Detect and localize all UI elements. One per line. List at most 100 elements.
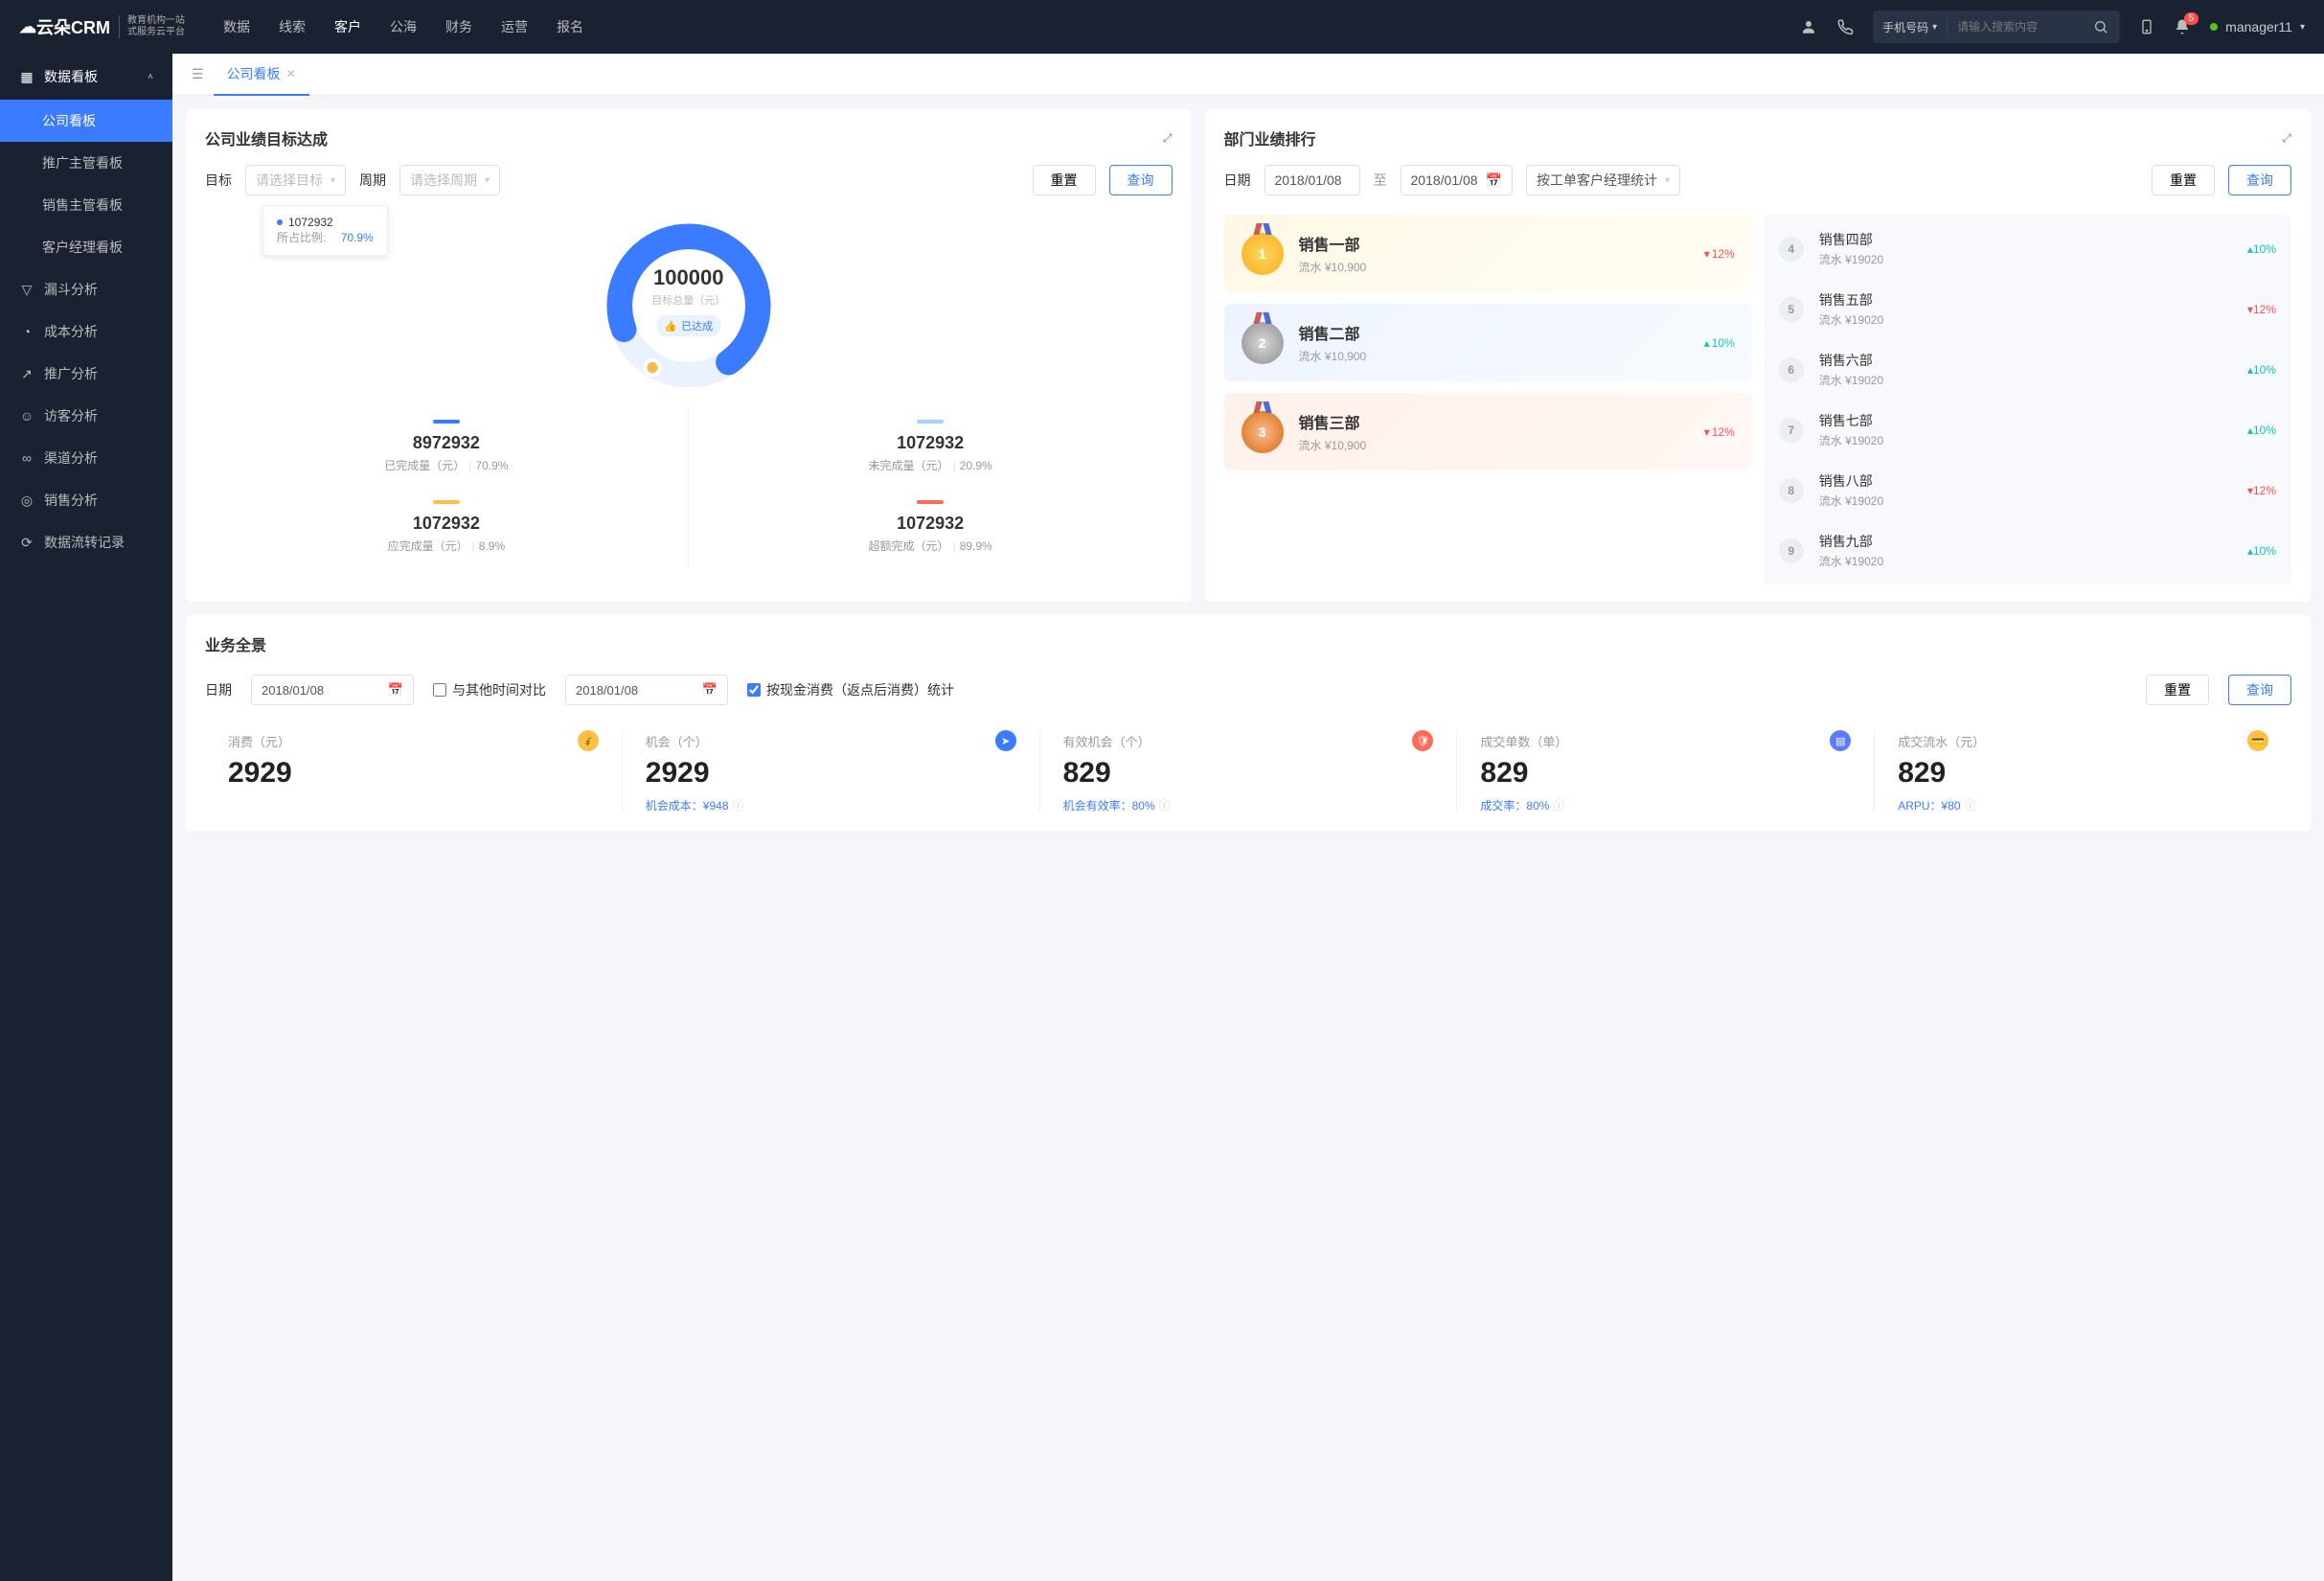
- overview-date1[interactable]: 2018/01/08📅: [251, 675, 414, 705]
- card-department-ranking: 部门业绩排行 ⤢ 日期 2018/01/08 至 2018/01/08📅 按工单…: [1205, 109, 2311, 602]
- medal-gold-icon: 1: [1242, 233, 1284, 275]
- rank-item-1[interactable]: 1 销售一部流水 ¥10,900 ▾12%: [1224, 215, 1752, 292]
- nav-item-data[interactable]: 数据: [223, 17, 250, 36]
- rank-row[interactable]: 4 销售四部流水 ¥19020 ▴10%: [1764, 218, 2291, 279]
- nav-item-enroll[interactable]: 报名: [557, 17, 583, 36]
- label-target: 目标: [205, 171, 232, 190]
- goal-stats: 8972932 已完成量（元）|70.9% 1072932 未完成量（元）|20…: [205, 406, 1173, 567]
- nav-item-finance[interactable]: 财务: [445, 17, 472, 36]
- sidebar: ▦数据看板 ˄ 公司看板 推广主管看板 销售主管看板 客户经理看板 ▽漏斗分析 …: [0, 54, 172, 1581]
- help-icon[interactable]: ⓘ: [1159, 797, 1171, 813]
- metric-icon: ➤: [995, 730, 1016, 751]
- metric-icon: 💰: [578, 730, 599, 751]
- flow-icon: ⟳: [19, 535, 34, 551]
- rank-row[interactable]: 6 销售六部流水 ¥19020 ▴10%: [1764, 339, 2291, 400]
- search-input[interactable]: [1948, 20, 2082, 34]
- tabs-bar: ☰ 公司看板 ✕: [172, 54, 2324, 96]
- overview-query-button[interactable]: 查询: [2228, 675, 2291, 705]
- help-icon[interactable]: ⓘ: [733, 797, 744, 813]
- overview-reset-button[interactable]: 重置: [2146, 675, 2209, 705]
- metric-icon: 🛡: [1412, 730, 1433, 751]
- stat-exceed: 1072932 超额完成（元）|89.9%: [689, 487, 1173, 567]
- metric-card: 有效机会（个）🛡 829 机会有效率：80% ⓘ: [1040, 730, 1458, 813]
- sidebar-item-sales-board[interactable]: 销售主管看板: [0, 184, 172, 226]
- logo-subtitle: 教育机构一站式服务云平台: [119, 15, 185, 38]
- metric-value: 829: [1898, 757, 2268, 790]
- rank-date-from[interactable]: 2018/01/08: [1265, 165, 1360, 195]
- rank-number: 9: [1779, 538, 1804, 563]
- sidebar-item-promo[interactable]: ↗推广分析: [0, 353, 172, 395]
- stat-completed: 8972932 已完成量（元）|70.9%: [205, 406, 689, 487]
- user-menu[interactable]: manager11 ▾: [2210, 19, 2305, 34]
- search-box: 手机号码 ▾: [1873, 11, 2120, 43]
- rank-row[interactable]: 8 销售八部流水 ¥19020 ▾12%: [1764, 460, 2291, 520]
- card-overview-title: 业务全景: [205, 632, 266, 655]
- trend-down-icon: ▾12%: [1704, 247, 1735, 261]
- medal-silver-icon: 2: [1242, 322, 1284, 364]
- cash-checkbox[interactable]: 按现金消费（返点后消费）统计: [747, 680, 954, 699]
- nav-item-public-sea[interactable]: 公海: [390, 17, 417, 36]
- thumbs-up-icon: 👍: [664, 320, 677, 332]
- goal-reset-button[interactable]: 重置: [1033, 165, 1096, 195]
- rank-query-button[interactable]: 查询: [2228, 165, 2291, 195]
- sidebar-item-cost[interactable]: ◔成本分析: [0, 310, 172, 353]
- help-icon[interactable]: ⓘ: [1553, 797, 1564, 813]
- search-type-select[interactable]: 手机号码 ▾: [1873, 19, 1948, 35]
- metric-sub: 机会成本：¥948 ⓘ: [646, 797, 1016, 813]
- goal-query-button[interactable]: 查询: [1109, 165, 1173, 195]
- rank-row[interactable]: 7 销售七部流水 ¥19020 ▴10%: [1764, 400, 2291, 460]
- period-select[interactable]: 请选择周期▾: [399, 165, 500, 195]
- metric-value: 2929: [646, 757, 1016, 790]
- rank-row[interactable]: 9 销售九部流水 ¥19020 ▴10%: [1764, 520, 2291, 581]
- tab-company-board[interactable]: 公司看板 ✕: [214, 54, 309, 96]
- sidebar-item-visitor[interactable]: ☺访客分析: [0, 395, 172, 437]
- sidebar-item-manager-board[interactable]: 客户经理看板: [0, 226, 172, 268]
- collapse-sidebar-button[interactable]: ☰: [182, 66, 214, 82]
- sidebar-item-promo-board[interactable]: 推广主管看板: [0, 142, 172, 184]
- date-separator: 至: [1374, 171, 1387, 190]
- rank-item-3[interactable]: 3 销售三部流水 ¥10,900 ▾12%: [1224, 393, 1752, 470]
- rank-top3: 1 销售一部流水 ¥10,900 ▾12% 2 销售二部流水 ¥10,900 ▴…: [1224, 215, 1752, 584]
- sidebar-item-sales[interactable]: ◎销售分析: [0, 479, 172, 521]
- rank-number: 7: [1779, 418, 1804, 443]
- nav-item-customers[interactable]: 客户: [334, 17, 361, 36]
- nav-item-operations[interactable]: 运营: [501, 17, 528, 36]
- target-select[interactable]: 请选择目标▾: [245, 165, 346, 195]
- trend-up-icon: ▴10%: [2247, 242, 2276, 256]
- rank-item-2[interactable]: 2 销售二部流水 ¥10,900 ▴10%: [1224, 304, 1752, 381]
- rank-number: 6: [1779, 357, 1804, 382]
- medal-bronze-icon: 3: [1242, 411, 1284, 453]
- phone-icon[interactable]: [1836, 18, 1854, 35]
- sidebar-item-company-board[interactable]: 公司看板: [0, 100, 172, 142]
- funnel-icon: ▽: [19, 282, 34, 298]
- card-business-overview: 业务全景 日期 2018/01/08📅 与其他时间对比 2018/01/08📅 …: [186, 615, 2311, 831]
- metric-sub: 机会有效率：80% ⓘ: [1063, 797, 1434, 813]
- notification-icon[interactable]: 5: [2174, 18, 2191, 35]
- rank-date-to[interactable]: 2018/01/08📅: [1401, 165, 1514, 195]
- metric-sub: ARPU：¥80 ⓘ: [1898, 797, 2268, 813]
- search-button[interactable]: [2082, 19, 2120, 34]
- sidebar-group-dashboard[interactable]: ▦数据看板 ˄: [0, 54, 172, 100]
- sidebar-item-funnel[interactable]: ▽漏斗分析: [0, 268, 172, 310]
- donut-center: 100000 目标总量（元） 👍已达成: [651, 265, 725, 336]
- sidebar-item-channel[interactable]: ∞渠道分析: [0, 437, 172, 479]
- rank-row[interactable]: 5 销售五部流水 ¥19020 ▾12%: [1764, 279, 2291, 339]
- close-tab-icon[interactable]: ✕: [286, 67, 296, 80]
- mobile-icon[interactable]: [2139, 17, 2154, 36]
- trend-up-icon: ▴10%: [2247, 363, 2276, 377]
- overview-date2[interactable]: 2018/01/08📅: [565, 675, 728, 705]
- chevron-up-icon: ˄: [148, 72, 153, 82]
- compare-checkbox[interactable]: 与其他时间对比: [433, 680, 546, 699]
- rank-reset-button[interactable]: 重置: [2152, 165, 2215, 195]
- nav-item-leads[interactable]: 线索: [279, 17, 306, 36]
- expand-icon[interactable]: ⤢: [2282, 131, 2291, 146]
- help-icon[interactable]: ⓘ: [1965, 797, 1976, 813]
- rank-sort-select[interactable]: 按工单客户经理统计▾: [1526, 165, 1680, 195]
- metric-sub: 成交率：80% ⓘ: [1480, 797, 1851, 813]
- sidebar-item-flow[interactable]: ⟳数据流转记录: [0, 521, 172, 563]
- sales-icon: ◎: [19, 493, 34, 509]
- channel-icon: ∞: [19, 450, 34, 466]
- expand-icon[interactable]: ⤢: [1163, 131, 1173, 146]
- trend-down-icon: ▾12%: [2247, 303, 2276, 316]
- user-icon[interactable]: [1800, 18, 1817, 35]
